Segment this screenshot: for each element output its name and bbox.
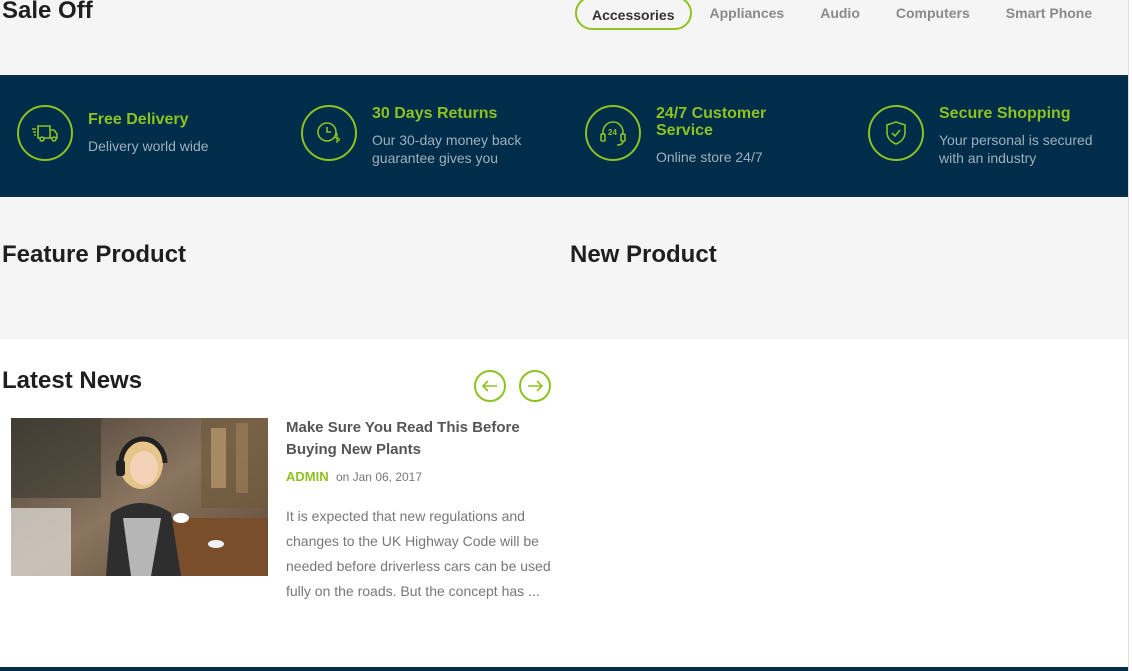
new-product-title: New Product [570, 241, 717, 268]
feature-title-line-1: 24/7 Customer [656, 105, 767, 122]
truck-icon [17, 105, 73, 161]
sale-off-section: Sale Off Accessories Appliances Audio Co… [0, 0, 1128, 75]
arrow-left-icon [481, 380, 497, 392]
feature-product-title: Feature Product [2, 241, 187, 268]
feature-title: Free Delivery [88, 111, 189, 128]
prev-arrow-button[interactable] [474, 370, 506, 402]
news-headline-link[interactable]: Make Sure You Read This Before Buying Ne… [286, 417, 556, 461]
tab-appliances[interactable]: Appliances [692, 0, 803, 30]
sale-off-title: Sale Off [2, 0, 93, 24]
feature-free-delivery: Free Delivery Delivery world wide [17, 75, 277, 197]
arrow-right-icon [528, 380, 544, 392]
features-bar: Free Delivery Delivery world wide 30 Day… [0, 75, 1128, 197]
feature-desc: Delivery world wide [88, 138, 209, 154]
products-section: Feature Product New Product [0, 197, 1128, 339]
news-excerpt: It is expected that new regulations and … [286, 508, 551, 599]
feature-customer-service: 24 24/7 Customer Service Online store 24… [585, 75, 845, 197]
support-24-icon: 24 [585, 105, 641, 161]
feature-title-line-2: Service [656, 122, 713, 139]
feature-title: Secure Shopping [939, 105, 1071, 122]
feature-desc-line-1: Your personal is secured [939, 132, 1093, 148]
clock-dollar-icon [301, 105, 357, 161]
category-tabs: Accessories Appliances Audio Computers S… [575, 0, 1110, 30]
shield-icon [868, 105, 924, 161]
news-author-link[interactable]: ADMIN [286, 469, 329, 484]
feature-desc-line-1: Our 30-day money back [372, 132, 522, 148]
feature-30-days-returns: 30 Days Returns Our 30-day money back gu… [301, 75, 561, 197]
news-thumbnail[interactable] [11, 418, 268, 576]
tab-audio[interactable]: Audio [802, 0, 878, 30]
tab-smart-phone[interactable]: Smart Phone [988, 0, 1110, 30]
next-arrow-button[interactable] [519, 370, 551, 402]
latest-news-title: Latest News [2, 367, 143, 394]
feature-desc-line-2: guarantee gives you [372, 150, 499, 166]
svg-text:24: 24 [608, 128, 617, 137]
feature-title: 30 Days Returns [372, 105, 498, 122]
footer-top-edge [0, 667, 1128, 671]
scrollbar[interactable] [1128, 0, 1132, 671]
tab-computers[interactable]: Computers [878, 0, 988, 30]
tab-accessories[interactable]: Accessories [575, 0, 692, 30]
feature-desc: Online store 24/7 [656, 149, 763, 165]
feature-desc-line-2: with an industry [939, 150, 1037, 166]
news-date: on Jan 06, 2017 [335, 470, 423, 484]
feature-secure-shopping: Secure Shopping Your personal is secured… [868, 75, 1128, 197]
news-meta: ADMIN on Jan 06, 2017 [286, 469, 422, 484]
